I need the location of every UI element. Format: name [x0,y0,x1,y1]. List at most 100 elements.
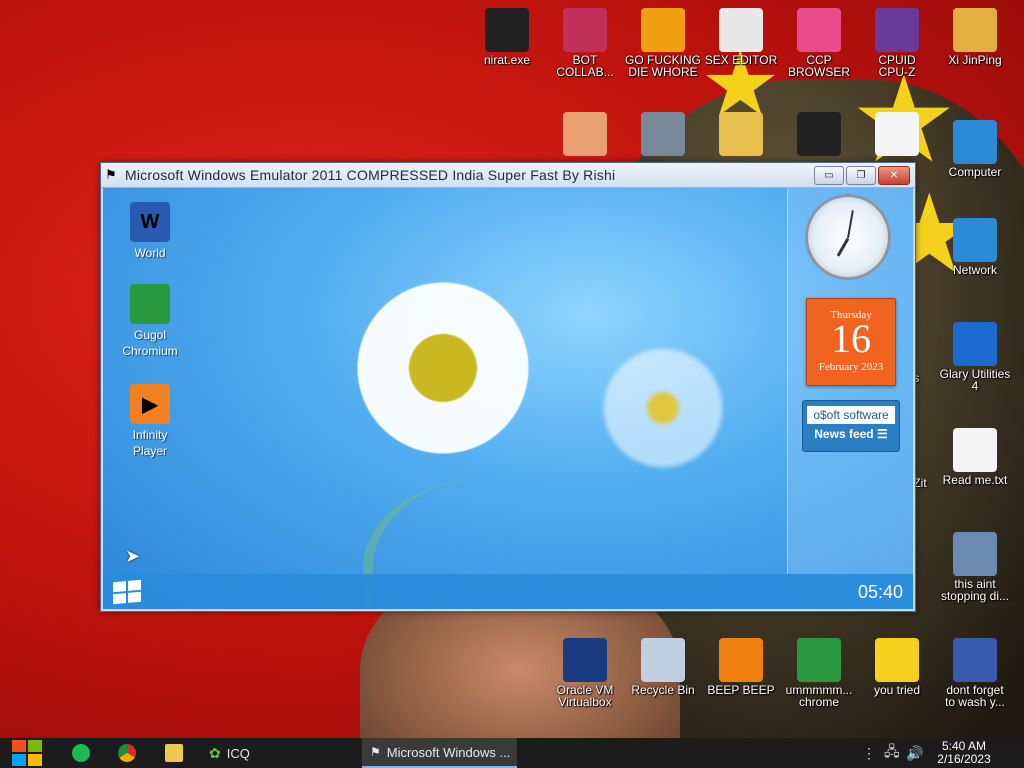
file-explorer-icon[interactable] [165,744,183,762]
calendar-file-icon [953,638,997,682]
desktop-icon[interactable]: Oracle VM Virtualbox [546,638,624,708]
spotify-icon[interactable] [72,744,90,762]
hxd-icon [719,8,763,52]
icon-label: BEEP BEEP [707,683,775,697]
desktop-icon[interactable]: Computer [936,120,1014,178]
desktop-icon[interactable]: Xi JinPing [936,8,1014,66]
clock-minute-hand [847,210,854,239]
icon-label: Read me.txt [942,473,1008,487]
glary-icon [953,322,997,366]
icon-label: Recycle Bin [631,683,695,697]
newsfeed-brand: o$oft software [807,406,895,424]
desktop-icon[interactable] [702,112,780,158]
desktop-icon[interactable]: Glary Utilities 4 [936,322,1014,392]
emulated-start-button[interactable] [113,579,141,605]
desktop-icon[interactable]: CPUID CPU-Z [858,8,936,78]
icon-label: Gugol Chromium [122,328,178,358]
desktop-icon[interactable]: you tried [858,638,936,696]
desktop-icon[interactable]: BEEP BEEP [702,638,780,696]
desktop-icon[interactable] [780,112,858,158]
desktop-icon[interactable]: SEX EDITOR [702,8,780,66]
doctor-icon [563,112,607,156]
start-button[interactable] [10,738,44,768]
icon-label: CPUID CPU-Z [878,53,916,79]
emulated-desktop-icon[interactable]: ▶ Infinity Player [115,384,185,459]
document-icon [875,112,919,156]
desktop-icon[interactable]: Network [936,218,1014,276]
icon-label: Xi JinPing [948,53,1002,67]
taskbar-clock[interactable]: 5:40 AM 2/16/2023 [934,740,994,766]
folder-user-icon [953,8,997,52]
daisy-image [573,318,753,498]
newsfeed-label: News feed ☰ [814,427,888,441]
icon-label: BOT COLLAB... [556,53,614,79]
network-tray-icon[interactable]: 🖧 [884,738,900,768]
monitor-icon [563,8,607,52]
windows-flag-icon: ⚑ [370,745,381,759]
chrome-icon [797,638,841,682]
minimize-button[interactable]: ▭ [814,166,844,185]
desktop-icon[interactable]: Recycle Bin [624,638,702,696]
desktop-icon[interactable] [546,112,624,158]
icon-label: Glary Utilities 4 [939,367,1011,393]
icon-label: ummmmm... chrome [785,683,853,709]
chrome-icon[interactable] [118,744,136,762]
installer-icon [953,532,997,576]
icon-label: Computer [948,165,1002,179]
desktop-icon[interactable] [858,112,936,158]
desktop-icon[interactable]: ummmmm... chrome [780,638,858,708]
de-icon [641,8,685,52]
icon-label: Oracle VM Virtualbox [556,683,614,709]
network-icon [953,218,997,262]
chromium-icon [130,284,170,324]
desktop-icon[interactable]: BOT COLLAB... [546,8,624,78]
emulator-window[interactable]: ⚑ Microsoft Windows Emulator 2011 COMPRE… [100,162,916,612]
emulated-desktop-icon[interactable]: W World [115,202,185,261]
window-titlebar[interactable]: ⚑ Microsoft Windows Emulator 2011 COMPRE… [101,163,915,188]
virtualbox-icon [563,638,607,682]
icon-label: Infinity Player [132,428,168,458]
text-file-icon [953,428,997,472]
book-icon [719,112,763,156]
calendar-month: February 2023 [818,361,884,373]
emulated-desktop-icon[interactable]: Gugol Chromium [115,284,185,359]
icon-label: CCP BROWSER [787,53,850,79]
star-icon [875,638,919,682]
taskbar: ✿ ICQ ⚑ Microsoft Windows ... ⋮ 🖧 🔊 5:40… [0,738,1024,768]
desktop-icon[interactable]: CCP BROWSER [780,8,858,78]
icon-label: SEX EDITOR [704,53,778,67]
maximize-button[interactable]: ❐ [846,166,876,185]
emulated-taskbar: 05:40 [103,574,913,609]
pinwheel-icon [797,8,841,52]
icon-label: GO FUCKING DIE WHORE [624,53,701,79]
computer-icon [953,120,997,164]
calendar-gadget[interactable]: Thursday 16 February 2023 [806,298,896,386]
clock-hour-hand [836,237,850,257]
vlc-cone-icon [719,638,763,682]
close-button[interactable]: ✕ [878,166,910,185]
word-icon: W [130,202,170,242]
desktop-icon[interactable]: Read me.txt [936,428,1014,486]
taskbar-emulator-task[interactable]: ⚑ Microsoft Windows ... [362,738,517,768]
volume-icon[interactable]: 🔊 [906,738,923,768]
desktop-icon[interactable]: nirat.exe [468,8,546,66]
tray-more-button[interactable]: ⋮ [862,738,876,768]
cpu-icon [875,8,919,52]
desktop-icon[interactable]: this aint stopping di... [936,532,1014,602]
icon-label: nirat.exe [483,53,531,67]
taskbar-icq[interactable]: ✿ ICQ [205,738,359,768]
icon-label: dont forget to wash y... [945,683,1005,709]
desktop-icon[interactable]: dont forget to wash y... [936,638,1014,708]
daisy-image [313,238,573,498]
clock-date: 2/16/2023 [937,752,991,766]
emulated-desktop[interactable]: W World Gugol Chromium ▶ Infinity Player ➤ T… [103,188,913,609]
desktop-icon[interactable] [624,112,702,158]
windows-flag-icon: ⚑ [105,167,117,182]
icon-label: Network [952,263,997,277]
newsfeed-gadget[interactable]: o$oft software News feed ☰ [802,400,900,452]
icq-flower-icon: ✿ [209,744,221,761]
clock-gadget[interactable] [805,194,891,280]
desktop-icon[interactable]: GO FUCKING DIE WHORE [624,8,702,78]
icon-label: this aint stopping di... [940,577,1010,603]
player-icon: ▶ [130,384,170,424]
